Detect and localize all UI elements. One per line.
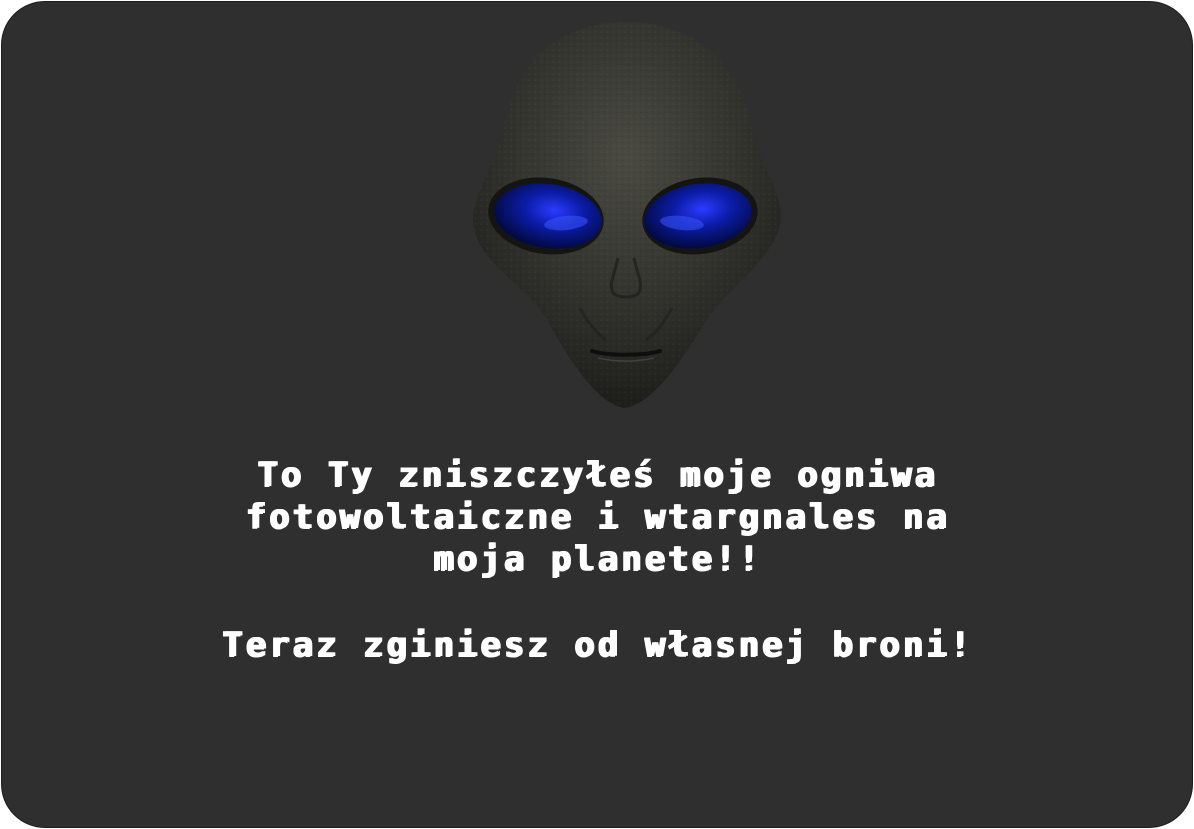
alien-threat-message: Teraz zginiesz od własnej broni! [221,625,973,665]
message-line: To Ty zniszczyłeś moje ogniwa [256,455,938,495]
message-line: fotowoltaiczne i wtargnales na [244,497,950,537]
alien-dialog-panel: To Ty zniszczyłeś moje ogniwa fotowoltai… [1,1,1193,828]
alien-face-icon [472,22,782,408]
message-line: moja planete!! [432,539,762,579]
alien-speech-message: To Ty zniszczyłeś moje ogniwa fotowoltai… [2,454,1192,580]
